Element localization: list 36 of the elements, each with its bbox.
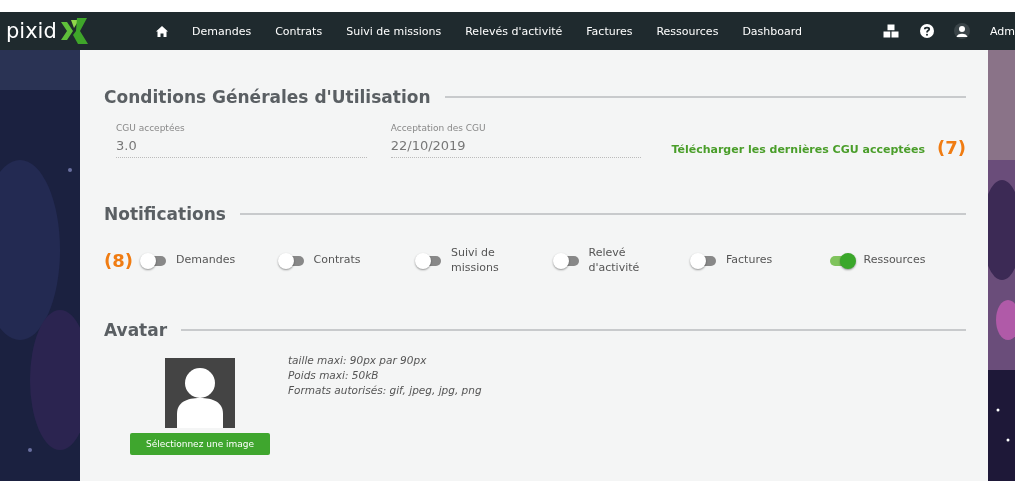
read-only-field: CGU acceptées 3.0: [116, 123, 367, 158]
cubes-icon[interactable]: [881, 23, 900, 39]
toggle-label: Factures: [726, 253, 773, 269]
section-title: Conditions Générales d'Utilisation: [104, 87, 431, 107]
help-icon[interactable]: [919, 24, 934, 38]
toggle-switch[interactable]: [552, 252, 581, 269]
nav-link[interactable]: Demandes: [192, 24, 252, 38]
toggle-label: Relevé d'activité: [588, 246, 641, 276]
upload-rule-text: Formats autorisés: gif, jpeg, jpg, png: [288, 383, 482, 396]
logo-text: pixid: [6, 19, 57, 43]
upload-rule-text: taille maxi: 90px par 90px: [288, 353, 428, 366]
toggle-switch[interactable]: [415, 252, 443, 269]
avatar-placeholder-icon: [165, 357, 235, 428]
annotation-number: (8): [104, 250, 134, 272]
upload-rule-text: Poids maxi: 50kB: [288, 368, 380, 381]
user-name[interactable]: Adm: [989, 24, 1015, 38]
section-title: Avatar: [104, 319, 168, 340]
read-only-field: Acceptation des CGU 22/10/2019: [390, 123, 642, 158]
annotation-number: (7): [937, 137, 966, 158]
nav-link[interactable]: Dashboard: [742, 24, 803, 38]
section-title: Notifications: [104, 204, 226, 224]
x-logo-icon: [60, 18, 91, 44]
toggle-switch[interactable]: [277, 252, 306, 269]
toggle-label: Suivi de missions: [451, 246, 500, 276]
nav-link[interactable]: Contrats: [275, 24, 323, 38]
toggle-label: Contrats: [313, 253, 361, 269]
nav-link[interactable]: Ressources: [656, 24, 719, 38]
nav-link[interactable]: Relevés d'activité: [465, 24, 563, 38]
toggle-label: Ressources: [863, 253, 926, 269]
nav-link[interactable]: Factures: [586, 24, 633, 38]
toggle-label: Demandes: [176, 253, 236, 269]
toggle-switch[interactable]: [140, 252, 168, 269]
nav-link[interactable]: Suivi de missions: [346, 24, 442, 38]
toggle-switch[interactable]: [690, 252, 718, 269]
home-icon[interactable]: [156, 25, 168, 37]
user-icon[interactable]: [953, 23, 970, 39]
